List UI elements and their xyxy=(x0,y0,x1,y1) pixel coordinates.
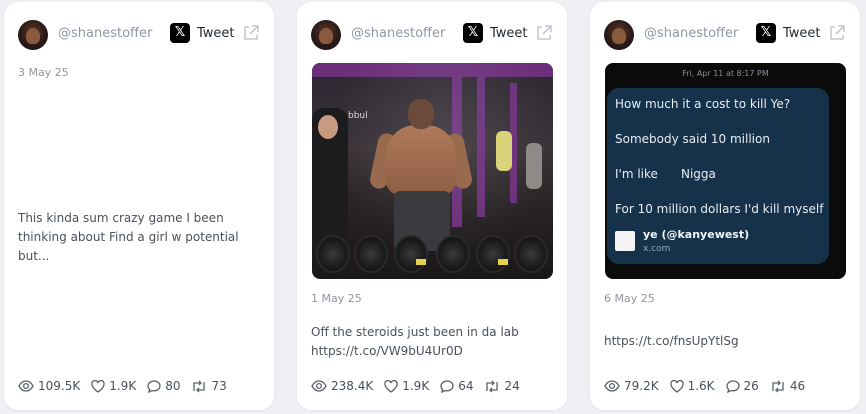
tweet-text[interactable]: Off the steroids just been in da lab htt… xyxy=(311,323,553,361)
heart-icon xyxy=(91,379,105,393)
tweet-link[interactable]: https://t.co/fnsUpYtlSg xyxy=(604,332,846,351)
tweet-card[interactable]: @shanestoffer 𝕏 Tweet bbul 1 May 25 Off … xyxy=(297,2,567,410)
comment-icon xyxy=(440,379,454,393)
avatar[interactable] xyxy=(18,20,48,50)
tweet-photo[interactable]: bbul xyxy=(312,63,553,279)
eye-icon xyxy=(604,380,620,392)
heart-icon xyxy=(669,379,684,393)
dumbbell xyxy=(394,235,428,273)
photo-watermark: bbul xyxy=(348,111,368,121)
tweet-label: Tweet xyxy=(490,26,528,41)
dumbbell-label xyxy=(416,259,426,265)
x-logo-icon: 𝕏 xyxy=(170,23,190,43)
avatar[interactable] xyxy=(604,20,634,50)
dumbbell-label xyxy=(498,259,508,265)
replies-count: 80 xyxy=(165,379,181,393)
message-line: Somebody said 10 million xyxy=(615,132,770,146)
comment-icon xyxy=(725,379,740,393)
replies-stat[interactable]: 64 xyxy=(440,379,473,393)
dumbbell xyxy=(476,235,510,273)
likes-count: 1.9K xyxy=(109,379,137,393)
tweet-text-line: This kinda sum crazy game I been xyxy=(18,211,224,225)
dumbbell xyxy=(514,235,548,273)
retweets-count: 46 xyxy=(789,379,806,393)
replies-count: 26 xyxy=(743,379,759,393)
replies-stat[interactable]: 26 xyxy=(725,379,759,393)
tweet-stats: 238.4K 1.9K 64 24 xyxy=(311,378,557,394)
message-line: For 10 million dollars I'd kill myself xyxy=(615,202,824,216)
external-link-icon[interactable] xyxy=(242,24,260,42)
tweet-stats: 79.2K 1.6K 26 46 xyxy=(604,378,850,394)
tweet-text-line: thinking about Find a girl w potential b… xyxy=(18,230,239,263)
person-face xyxy=(318,115,338,139)
views-count: 79.2K xyxy=(624,379,659,393)
message-bubble: How much it a cost to kill Ye? Somebody … xyxy=(607,88,829,264)
dumbbell xyxy=(354,235,388,273)
card-header: @shanestoffer 𝕏 Tweet xyxy=(311,20,553,50)
dumbbell xyxy=(436,235,470,273)
replies-stat[interactable]: 80 xyxy=(147,379,180,393)
retweet-icon xyxy=(486,380,499,392)
author-handle[interactable]: @shanestoffer xyxy=(58,26,152,41)
views-stat: 79.2K xyxy=(604,379,659,393)
external-link-icon[interactable] xyxy=(535,24,553,42)
tweet-text[interactable]: https://t.co/fnsUpYtlSg xyxy=(604,332,846,351)
tweet-text-line: Off the steroids just been in da lab xyxy=(311,325,519,339)
message-line: I'm like xyxy=(615,167,658,181)
tweet-date: 6 May 25 xyxy=(604,292,655,305)
man-head xyxy=(408,99,434,129)
likes-count: 1.6K xyxy=(687,379,715,393)
retweet-icon xyxy=(193,380,206,392)
tweet-text[interactable]: This kinda sum crazy game I been thinkin… xyxy=(18,209,260,266)
tweet-date: 1 May 25 xyxy=(311,292,362,305)
dumbbell xyxy=(316,235,350,273)
retweets-stat[interactable]: 46 xyxy=(770,379,805,393)
tweet-date: 3 May 25 xyxy=(18,66,69,79)
message-timestamp: Fri, Apr 11 at 8:17 PM xyxy=(682,69,769,78)
link-preview-icon xyxy=(615,231,635,251)
retweet-icon xyxy=(772,380,784,392)
retweets-count: 24 xyxy=(504,379,520,393)
background-person xyxy=(526,143,542,189)
external-link-icon[interactable] xyxy=(828,24,846,42)
views-count: 109.5K xyxy=(38,379,81,393)
x-logo-icon: 𝕏 xyxy=(756,23,776,43)
tweet-card[interactable]: @shanestoffer 𝕏 Tweet 3 May 25 This kind… xyxy=(4,2,274,410)
likes-count: 1.9K xyxy=(402,379,430,393)
background-person xyxy=(496,131,512,171)
message-line: Nigga xyxy=(681,167,716,181)
tweet-image-message-screenshot[interactable]: Fri, Apr 11 at 8:17 PM How much it a cos… xyxy=(605,63,846,279)
heart-icon xyxy=(384,379,398,393)
likes-stat[interactable]: 1.9K xyxy=(91,379,136,393)
views-stat: 109.5K xyxy=(18,379,80,393)
message-line: How much it a cost to kill Ye? xyxy=(615,97,791,111)
link-preview-title: ye (@kanyewest) xyxy=(643,228,750,241)
author-handle[interactable]: @shanestoffer xyxy=(644,26,738,41)
views-stat: 238.4K xyxy=(311,379,373,393)
tweet-stats: 109.5K 1.9K 80 73 xyxy=(18,378,264,394)
tweet-card[interactable]: @shanestoffer 𝕏 Tweet Fri, Apr 11 at 8:1… xyxy=(590,2,860,410)
man-torso xyxy=(386,125,456,195)
retweets-stat[interactable]: 24 xyxy=(484,379,520,393)
eye-icon xyxy=(18,380,34,392)
likes-stat[interactable]: 1.6K xyxy=(669,379,715,393)
retweets-count: 73 xyxy=(211,379,227,393)
tweet-link[interactable]: https://t.co/VW9bU4Ur0D xyxy=(311,342,553,361)
views-count: 238.4K xyxy=(331,379,374,393)
author-handle[interactable]: @shanestoffer xyxy=(351,26,445,41)
link-preview-url: x.com xyxy=(643,244,671,254)
comment-icon xyxy=(147,379,161,393)
x-logo-icon: 𝕏 xyxy=(463,23,483,43)
eye-icon xyxy=(311,380,327,392)
tweet-label: Tweet xyxy=(783,26,821,41)
replies-count: 64 xyxy=(458,379,474,393)
tweet-label: Tweet xyxy=(197,26,235,41)
likes-stat[interactable]: 1.9K xyxy=(384,379,429,393)
avatar[interactable] xyxy=(311,20,341,50)
card-header: @shanestoffer 𝕏 Tweet xyxy=(18,20,260,50)
retweets-stat[interactable]: 73 xyxy=(191,379,227,393)
card-header: @shanestoffer 𝕏 Tweet xyxy=(604,20,846,50)
